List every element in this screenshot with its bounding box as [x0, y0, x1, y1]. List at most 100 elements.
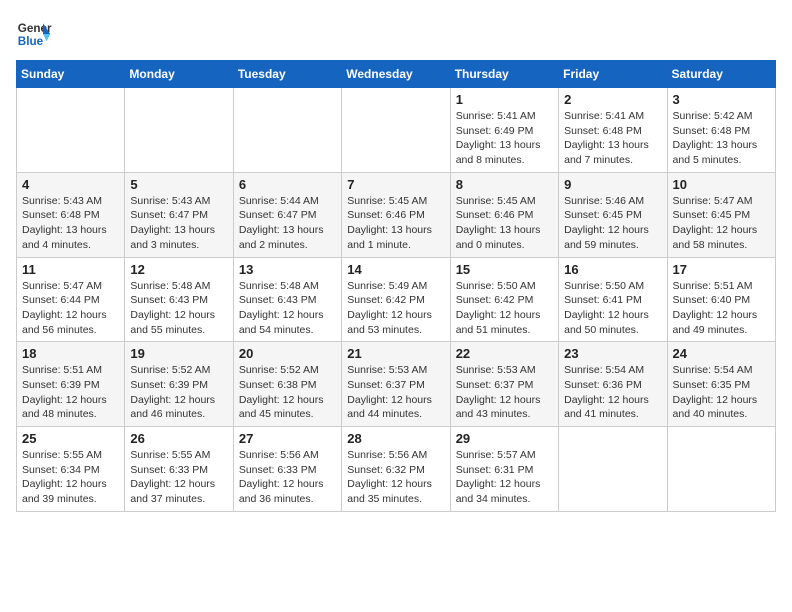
calendar-week-row: 25 Sunrise: 5:55 AM Sunset: 6:34 PM Dayli… [17, 427, 776, 512]
day-number: 7 [347, 177, 444, 192]
logo: General Blue [16, 16, 52, 52]
day-number: 9 [564, 177, 661, 192]
day-number: 28 [347, 431, 444, 446]
day-info: Sunrise: 5:42 AM Sunset: 6:48 PM Dayligh… [673, 109, 770, 168]
calendar-cell: 10 Sunrise: 5:47 AM Sunset: 6:45 PM Dayli… [667, 172, 775, 257]
day-number: 27 [239, 431, 336, 446]
calendar-cell: 1Sunrise: 5:41 AM Sunset: 6:49 PM Daylig… [450, 88, 558, 173]
calendar-cell: 14 Sunrise: 5:49 AM Sunset: 6:42 PM Dayli… [342, 257, 450, 342]
day-number: 4 [22, 177, 119, 192]
day-number: 20 [239, 346, 336, 361]
day-info: Sunrise: 5:51 AM Sunset: 6:39 PM Dayligh… [22, 363, 119, 422]
day-info: Sunrise: 5:57 AM Sunset: 6:31 PM Dayligh… [456, 448, 553, 507]
calendar-cell [342, 88, 450, 173]
calendar-cell: 20Sunrise: 5:52 AM Sunset: 6:38 PM Dayli… [233, 342, 341, 427]
calendar-cell: 6 Sunrise: 5:44 AM Sunset: 6:47 PM Daylig… [233, 172, 341, 257]
calendar-cell: 22 Sunrise: 5:53 AM Sunset: 6:37 PM Dayli… [450, 342, 558, 427]
calendar-week-row: 18 Sunrise: 5:51 AM Sunset: 6:39 PM Dayli… [17, 342, 776, 427]
calendar-week-row: 4 Sunrise: 5:43 AM Sunset: 6:48 PM Daylig… [17, 172, 776, 257]
day-info: Sunrise: 5:48 AM Sunset: 6:43 PM Dayligh… [130, 279, 227, 338]
day-number: 10 [673, 177, 770, 192]
calendar-cell: 21 Sunrise: 5:53 AM Sunset: 6:37 PM Dayli… [342, 342, 450, 427]
day-number: 3 [673, 92, 770, 107]
calendar-cell: 8 Sunrise: 5:45 AM Sunset: 6:46 PM Daylig… [450, 172, 558, 257]
logo-icon: General Blue [16, 16, 52, 52]
day-number: 14 [347, 262, 444, 277]
day-info: Sunrise: 5:47 AM Sunset: 6:45 PM Dayligh… [673, 194, 770, 253]
calendar-week-row: 1Sunrise: 5:41 AM Sunset: 6:49 PM Daylig… [17, 88, 776, 173]
calendar-cell: 7 Sunrise: 5:45 AM Sunset: 6:46 PM Daylig… [342, 172, 450, 257]
day-number: 15 [456, 262, 553, 277]
calendar-cell: 5Sunrise: 5:43 AM Sunset: 6:47 PM Daylig… [125, 172, 233, 257]
day-header-saturday: Saturday [667, 61, 775, 88]
day-info: Sunrise: 5:43 AM Sunset: 6:48 PM Dayligh… [22, 194, 119, 253]
calendar-cell: 4 Sunrise: 5:43 AM Sunset: 6:48 PM Daylig… [17, 172, 125, 257]
calendar-cell: 19 Sunrise: 5:52 AM Sunset: 6:39 PM Dayli… [125, 342, 233, 427]
day-number: 16 [564, 262, 661, 277]
calendar-cell: 23 Sunrise: 5:54 AM Sunset: 6:36 PM Dayli… [559, 342, 667, 427]
day-info: Sunrise: 5:53 AM Sunset: 6:37 PM Dayligh… [347, 363, 444, 422]
day-info: Sunrise: 5:45 AM Sunset: 6:46 PM Dayligh… [456, 194, 553, 253]
day-number: 23 [564, 346, 661, 361]
day-info: Sunrise: 5:45 AM Sunset: 6:46 PM Dayligh… [347, 194, 444, 253]
day-info: Sunrise: 5:48 AM Sunset: 6:43 PM Dayligh… [239, 279, 336, 338]
day-number: 19 [130, 346, 227, 361]
day-header-sunday: Sunday [17, 61, 125, 88]
day-number: 13 [239, 262, 336, 277]
calendar-cell: 26 Sunrise: 5:55 AM Sunset: 6:33 PM Dayli… [125, 427, 233, 512]
day-number: 2 [564, 92, 661, 107]
calendar-cell: 28 Sunrise: 5:56 AM Sunset: 6:32 PM Dayli… [342, 427, 450, 512]
day-header-friday: Friday [559, 61, 667, 88]
calendar-cell: 29 Sunrise: 5:57 AM Sunset: 6:31 PM Dayli… [450, 427, 558, 512]
day-info: Sunrise: 5:43 AM Sunset: 6:47 PM Dayligh… [130, 194, 227, 253]
calendar-cell: 3 Sunrise: 5:42 AM Sunset: 6:48 PM Daylig… [667, 88, 775, 173]
day-number: 8 [456, 177, 553, 192]
day-info: Sunrise: 5:50 AM Sunset: 6:41 PM Dayligh… [564, 279, 661, 338]
day-info: Sunrise: 5:46 AM Sunset: 6:45 PM Dayligh… [564, 194, 661, 253]
calendar-cell: 15Sunrise: 5:50 AM Sunset: 6:42 PM Dayli… [450, 257, 558, 342]
calendar-cell: 27 Sunrise: 5:56 AM Sunset: 6:33 PM Dayli… [233, 427, 341, 512]
calendar-cell: 9 Sunrise: 5:46 AM Sunset: 6:45 PM Daylig… [559, 172, 667, 257]
day-info: Sunrise: 5:49 AM Sunset: 6:42 PM Dayligh… [347, 279, 444, 338]
day-header-thursday: Thursday [450, 61, 558, 88]
day-header-tuesday: Tuesday [233, 61, 341, 88]
calendar-table: SundayMondayTuesdayWednesdayThursdayFrid… [16, 60, 776, 512]
calendar-cell [125, 88, 233, 173]
day-info: Sunrise: 5:55 AM Sunset: 6:34 PM Dayligh… [22, 448, 119, 507]
calendar-cell: 24 Sunrise: 5:54 AM Sunset: 6:35 PM Dayli… [667, 342, 775, 427]
day-info: Sunrise: 5:54 AM Sunset: 6:36 PM Dayligh… [564, 363, 661, 422]
day-info: Sunrise: 5:55 AM Sunset: 6:33 PM Dayligh… [130, 448, 227, 507]
day-number: 29 [456, 431, 553, 446]
day-info: Sunrise: 5:41 AM Sunset: 6:48 PM Dayligh… [564, 109, 661, 168]
day-info: Sunrise: 5:56 AM Sunset: 6:33 PM Dayligh… [239, 448, 336, 507]
calendar-header-row: SundayMondayTuesdayWednesdayThursdayFrid… [17, 61, 776, 88]
day-info: Sunrise: 5:54 AM Sunset: 6:35 PM Dayligh… [673, 363, 770, 422]
day-info: Sunrise: 5:47 AM Sunset: 6:44 PM Dayligh… [22, 279, 119, 338]
day-number: 22 [456, 346, 553, 361]
page-header: General Blue [16, 16, 776, 52]
calendar-cell [17, 88, 125, 173]
day-number: 11 [22, 262, 119, 277]
day-info: Sunrise: 5:53 AM Sunset: 6:37 PM Dayligh… [456, 363, 553, 422]
calendar-cell: 16 Sunrise: 5:50 AM Sunset: 6:41 PM Dayli… [559, 257, 667, 342]
day-info: Sunrise: 5:56 AM Sunset: 6:32 PM Dayligh… [347, 448, 444, 507]
calendar-cell [667, 427, 775, 512]
calendar-week-row: 11 Sunrise: 5:47 AM Sunset: 6:44 PM Dayli… [17, 257, 776, 342]
day-number: 24 [673, 346, 770, 361]
day-info: Sunrise: 5:44 AM Sunset: 6:47 PM Dayligh… [239, 194, 336, 253]
calendar-cell: 18 Sunrise: 5:51 AM Sunset: 6:39 PM Dayli… [17, 342, 125, 427]
day-number: 25 [22, 431, 119, 446]
calendar-cell [233, 88, 341, 173]
day-number: 18 [22, 346, 119, 361]
day-number: 26 [130, 431, 227, 446]
calendar-cell: 2 Sunrise: 5:41 AM Sunset: 6:48 PM Daylig… [559, 88, 667, 173]
calendar-cell: 12 Sunrise: 5:48 AM Sunset: 6:43 PM Dayli… [125, 257, 233, 342]
day-number: 12 [130, 262, 227, 277]
day-info: Sunrise: 5:52 AM Sunset: 6:39 PM Dayligh… [130, 363, 227, 422]
day-number: 6 [239, 177, 336, 192]
day-number: 21 [347, 346, 444, 361]
calendar-cell: 11 Sunrise: 5:47 AM Sunset: 6:44 PM Dayli… [17, 257, 125, 342]
day-number: 17 [673, 262, 770, 277]
day-info: Sunrise: 5:51 AM Sunset: 6:40 PM Dayligh… [673, 279, 770, 338]
day-header-monday: Monday [125, 61, 233, 88]
